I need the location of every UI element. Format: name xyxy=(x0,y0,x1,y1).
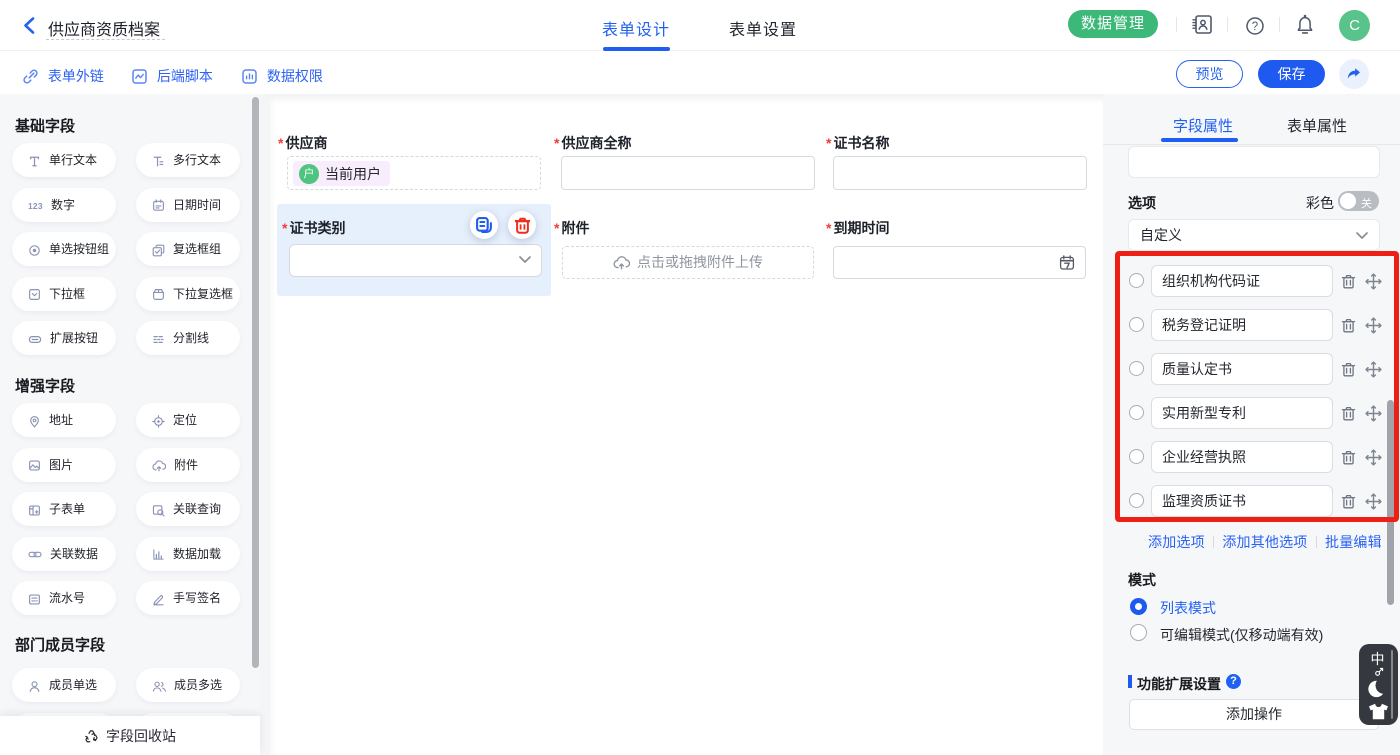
svg-text:123: 123 xyxy=(28,201,43,211)
svg-text:?: ? xyxy=(1252,21,1258,33)
